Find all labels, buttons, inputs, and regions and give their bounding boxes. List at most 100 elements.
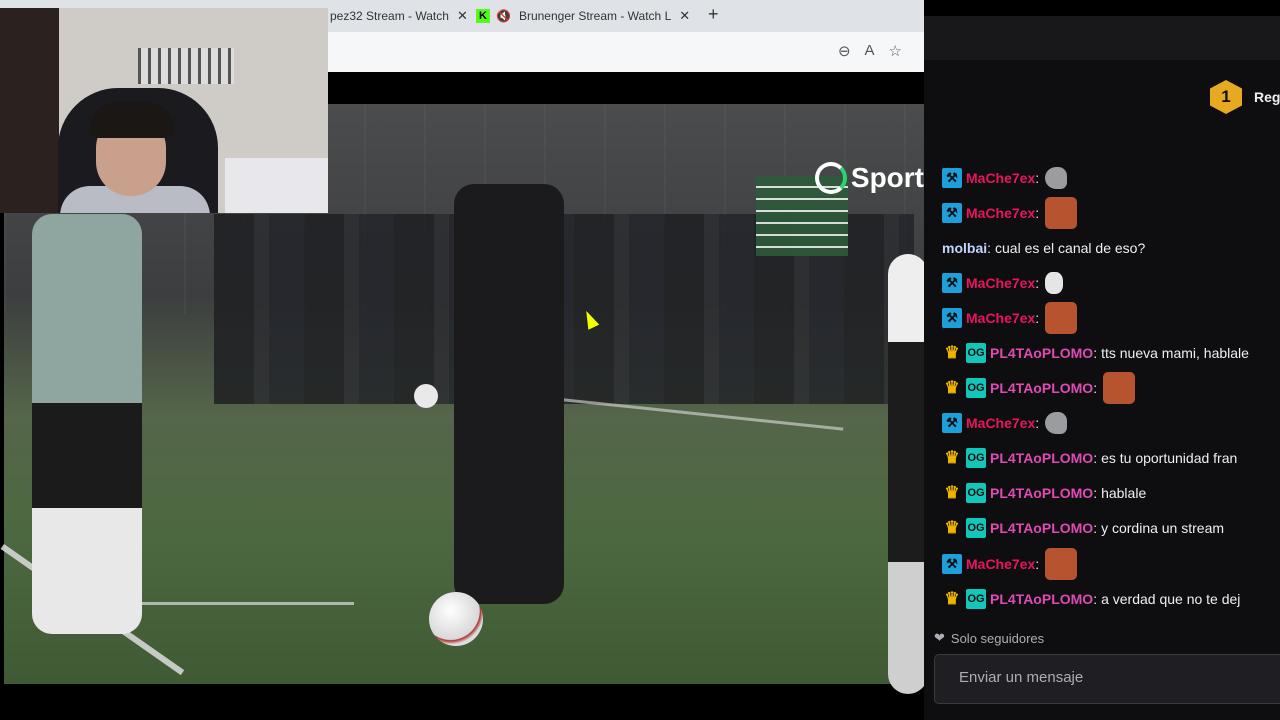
separator: : <box>1035 274 1040 291</box>
face-emote-icon <box>1045 196 1078 229</box>
chat-username[interactable]: MaChe7ex <box>966 275 1035 291</box>
crown-icon: ♛ <box>944 378 960 398</box>
referee <box>454 184 564 604</box>
logo-ring-icon <box>814 162 847 194</box>
ball <box>429 592 483 646</box>
og-badge-icon: OG <box>966 518 986 539</box>
separator: : <box>1035 415 1040 432</box>
crown-icon: ♛ <box>944 483 960 503</box>
face-emote-icon <box>1045 547 1078 580</box>
separator: : <box>1093 345 1098 362</box>
player-right <box>888 254 924 694</box>
chat-message-text: es tu oportunidad fran <box>1101 450 1238 467</box>
chat-message: molbai: cual es el canal de eso? <box>942 230 1280 265</box>
og-badge-icon: OG <box>966 378 986 399</box>
muted-speaker-icon[interactable]: 🔇 <box>496 9 511 23</box>
chat-username[interactable]: MaChe7ex <box>966 170 1035 186</box>
pigeon-emote-icon <box>1045 166 1068 189</box>
rank-label: Reg <box>1254 89 1280 105</box>
separator: : <box>987 239 992 256</box>
chat-message: ♛ OG PL4TAoPLOMO: a verdad que no te dej <box>942 581 1280 616</box>
chat-message: ⚒ MaChe7ex: <box>942 406 1280 441</box>
followers-only-label: Solo seguidores <box>950 630 1045 646</box>
separator: : <box>1093 485 1098 502</box>
logo-text: Sport <box>850 162 924 193</box>
separator: : <box>1035 204 1040 221</box>
ball <box>414 384 438 408</box>
face-emote-icon <box>1045 301 1078 334</box>
browser-tab[interactable]: pez32 Stream - Watch ✕ <box>330 4 470 28</box>
separator: : <box>1093 450 1098 467</box>
chat-username[interactable]: MaChe7ex <box>966 556 1035 572</box>
streamer-hair <box>90 102 174 138</box>
followers-only-notice: ❤ Solo seguidores <box>934 630 1044 646</box>
chat-username[interactable]: molbai <box>942 240 987 256</box>
read-aloud-icon[interactable]: A <box>865 42 875 60</box>
chat-username[interactable]: PL4TAoPLOMO <box>990 450 1093 466</box>
chat-message: ⚒ MaChe7ex: <box>942 546 1280 581</box>
chat-message-text: y cordina un stream <box>1101 520 1225 537</box>
pitch-line <box>114 602 354 605</box>
moderator-hammer-icon: ⚒ <box>942 307 962 328</box>
zoom-icon[interactable]: ⊖ <box>838 42 851 60</box>
chat-username[interactable]: MaChe7ex <box>966 310 1035 326</box>
new-tab-button[interactable]: + <box>708 4 719 25</box>
chat-panel: 1 Reg ⚒ MaChe7ex: ⚒ MaChe7ex: molbai: cual es… <box>924 16 1280 720</box>
chat-message-text: tts nueva mami, hablale <box>1101 345 1249 362</box>
chat-username[interactable]: PL4TAoPLOMO <box>990 345 1093 361</box>
kick-icon: K <box>476 9 490 23</box>
chat-message: ♛ OG PL4TAoPLOMO: hablale <box>942 476 1280 511</box>
chat-message: ♛ OG PL4TAoPLOMO: y cordina un stream <box>942 511 1280 546</box>
tab-title: Brunenger Stream - Watch L <box>518 9 672 23</box>
separator: : <box>1035 555 1040 572</box>
chat-message: ⚒ MaChe7ex: <box>942 265 1280 300</box>
webcam-overlay <box>0 8 328 213</box>
crown-icon: ♛ <box>944 588 960 608</box>
chat-message: ♛ OG PL4TAoPLOMO: es tu oportunidad fran <box>942 441 1280 476</box>
chat-messages: ⚒ MaChe7ex: ⚒ MaChe7ex: molbai: cual es el ca… <box>942 160 1280 616</box>
chat-message-text: cual es el canal de eso? <box>995 239 1146 256</box>
close-tab-icon[interactable]: ✕ <box>457 8 468 24</box>
og-badge-icon: OG <box>966 588 986 609</box>
favorite-star-icon[interactable]: ☆ <box>889 42 902 60</box>
separator: : <box>1035 309 1040 326</box>
chat-input-placeholder: Enviar un mensaje <box>959 669 1084 686</box>
chat-username[interactable]: PL4TAoPLOMO <box>990 485 1093 501</box>
leaderboard-rank[interactable]: 1 Reg <box>1210 80 1280 114</box>
chat-message: ⚒ MaChe7ex: <box>942 160 1280 195</box>
og-badge-icon: OG <box>966 483 986 504</box>
separator: : <box>1093 380 1098 397</box>
heart-icon: ❤ <box>934 630 945 645</box>
crown-icon: ♛ <box>944 518 960 538</box>
chat-input[interactable]: Enviar un mensaje <box>934 654 1280 704</box>
chat-header <box>924 16 1280 60</box>
chat-message: ♛ OG PL4TAoPLOMO: <box>942 371 1280 406</box>
broadcast-logo: Sport <box>814 158 924 198</box>
chat-username[interactable]: PL4TAoPLOMO <box>990 380 1093 396</box>
chat-message-text: a verdad que no te dej <box>1101 590 1241 607</box>
separator: : <box>1035 169 1040 186</box>
separator: : <box>1093 520 1098 537</box>
moderator-hammer-icon: ⚒ <box>942 413 962 434</box>
chat-message: ♛ OG PL4TAoPLOMO: tts nueva mami, hablale <box>942 335 1280 370</box>
close-tab-icon[interactable]: ✕ <box>679 8 690 24</box>
chat-username[interactable]: MaChe7ex <box>966 415 1035 431</box>
browser-tab-active[interactable]: K 🔇 Brunenger Stream - Watch L ✕ <box>476 4 706 28</box>
pigeon-emote-icon <box>1045 412 1068 435</box>
crown-icon: ♛ <box>944 343 960 363</box>
room-bed <box>225 158 328 213</box>
moderator-hammer-icon: ⚒ <box>942 553 962 574</box>
tab-title: pez32 Stream - Watch <box>330 9 449 23</box>
crown-icon: ♛ <box>944 448 960 468</box>
chat-username[interactable]: MaChe7ex <box>966 205 1035 221</box>
moderator-hammer-icon: ⚒ <box>942 167 962 188</box>
chat-username[interactable]: PL4TAoPLOMO <box>990 520 1093 536</box>
og-badge-icon: OG <box>966 448 986 469</box>
separator: : <box>1093 590 1098 607</box>
chat-message: ⚒ MaChe7ex: <box>942 195 1280 230</box>
moderator-hammer-icon: ⚒ <box>942 272 962 293</box>
chat-message-text: hablale <box>1101 485 1147 502</box>
hand-emote-icon <box>1045 271 1064 294</box>
chat-message: ⚒ MaChe7ex: <box>942 300 1280 335</box>
chat-username[interactable]: PL4TAoPLOMO <box>990 591 1093 607</box>
